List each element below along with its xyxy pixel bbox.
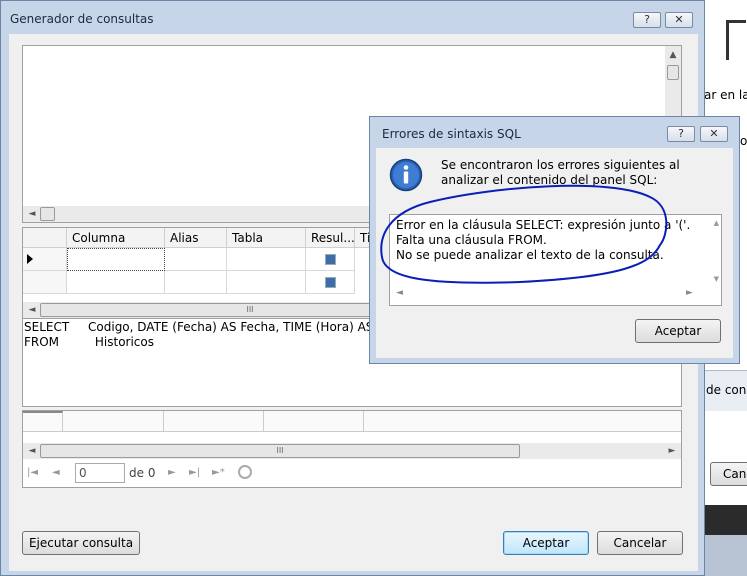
grid-cell-tabla[interactable] [227, 248, 306, 271]
background-text-3: de cons [706, 383, 747, 397]
results-hscroll-thumb[interactable]: III [40, 444, 520, 458]
row-selector[interactable] [23, 248, 67, 271]
results-hscroll[interactable]: ◄ III ► [23, 443, 681, 459]
grid-cell-alias[interactable] [165, 248, 227, 271]
grid-cell-resultado[interactable] [306, 248, 355, 271]
background-text-2: o: [740, 134, 747, 148]
background-text-1: ar en la [704, 88, 747, 102]
background-window-icon [726, 20, 746, 60]
help-button[interactable]: ? [633, 12, 661, 28]
scroll-up-icon[interactable]: ▲ [666, 48, 680, 62]
record-navigator: |◄ ◄ 0 de 0 ► ►| ►* [23, 461, 681, 487]
column-header-alias[interactable]: Alias [165, 228, 227, 248]
diagram-hscroll-thumb[interactable] [40, 207, 55, 221]
results-scroll-right-icon[interactable]: ► [665, 444, 679, 458]
next-record-icon[interactable]: ► [168, 467, 176, 478]
prev-record-icon[interactable]: ◄ [52, 467, 60, 478]
sql-from-table: Historicos [94, 335, 154, 349]
hand-drawn-annotation [380, 184, 668, 284]
row-selector-2[interactable] [23, 271, 67, 294]
background-cancel-label: Canc [723, 467, 747, 481]
background-dark-bar [700, 505, 747, 535]
results-header-row [23, 411, 681, 432]
results-col-divider [163, 411, 164, 431]
record-count-label: de 0 [129, 466, 156, 480]
sql-line-2: FROM Historicos [24, 335, 154, 349]
column-header-columna[interactable]: Columna [67, 228, 165, 248]
dialog-title: Generador de consultas [10, 12, 154, 26]
results-col-divider-2 [263, 411, 264, 431]
execute-query-button[interactable]: Ejecutar consulta [22, 531, 140, 555]
background-cancel-button[interactable]: Canc [710, 462, 747, 486]
scroll-left-icon[interactable]: ◄ [25, 207, 39, 221]
grid-cell-tabla-2[interactable] [227, 271, 306, 294]
sql-select-columns: Codigo, DATE (Fecha) AS Fecha, TIME (Hor… [88, 320, 410, 334]
results-col-divider-3 [363, 411, 364, 431]
current-row-icon [27, 254, 33, 264]
last-record-icon[interactable]: ►| [189, 467, 200, 478]
accept-button[interactable]: Aceptar [503, 531, 589, 555]
background-footer [700, 535, 747, 576]
column-header-resultado[interactable]: Resul... [306, 228, 355, 248]
results-pane: ◄ III ► |◄ ◄ 0 de 0 ► ►| ►* [22, 410, 682, 488]
output-checkbox[interactable] [325, 254, 336, 265]
results-scroll-left-icon[interactable]: ◄ [25, 444, 39, 458]
sql-error-dialog: Errores de sintaxis SQL ? ✕ Se encontrar… [369, 116, 740, 364]
grid-cell-resultado-2[interactable] [306, 271, 355, 294]
criteria-scroll-left-icon[interactable]: ◄ [25, 303, 39, 317]
grid-cell-alias-2[interactable] [165, 271, 227, 294]
output-checkbox-2[interactable] [325, 277, 336, 288]
cancel-button[interactable]: Cancelar [597, 531, 683, 555]
row-header-corner [23, 228, 67, 248]
close-button[interactable]: ✕ [665, 12, 693, 28]
first-record-icon[interactable]: |◄ [27, 467, 38, 478]
grid-cell-columna-2[interactable] [67, 271, 165, 294]
results-header-selector [23, 411, 63, 431]
diagram-vscroll-thumb[interactable] [667, 65, 679, 80]
stop-icon[interactable] [238, 465, 252, 479]
sql-from-keyword: FROM [24, 335, 60, 349]
sql-select-keyword: SELECT [24, 320, 70, 334]
column-header-tabla[interactable]: Tabla [227, 228, 306, 248]
record-number-input[interactable]: 0 [75, 463, 125, 483]
new-record-icon[interactable]: ►* [212, 467, 225, 478]
grid-cell-columna[interactable] [67, 248, 165, 271]
sql-line-1: SELECT Codigo, DATE (Fecha) AS Fecha, TI… [24, 320, 410, 334]
